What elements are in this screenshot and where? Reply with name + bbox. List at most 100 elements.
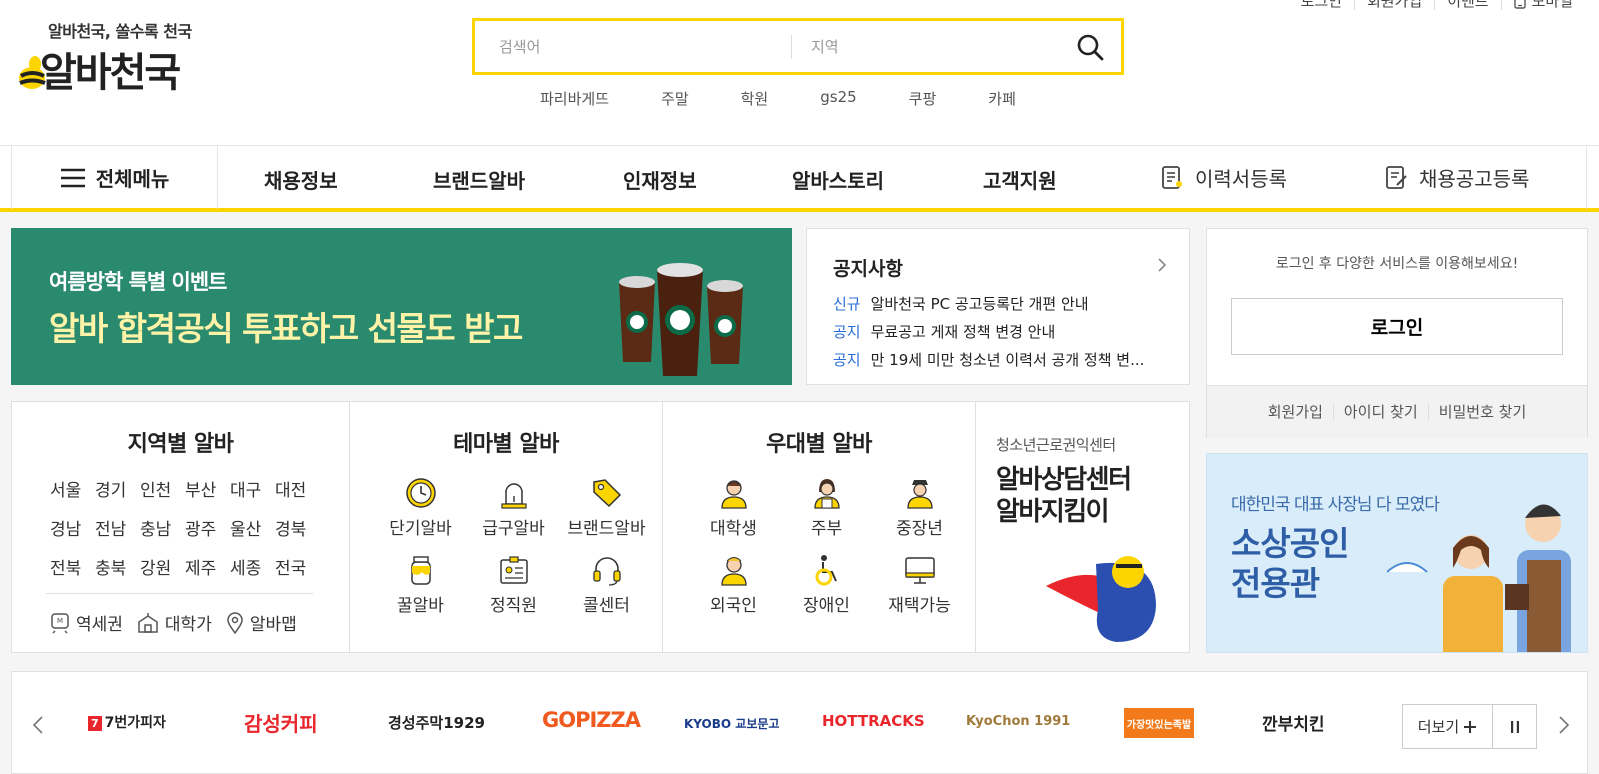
region-link[interactable]: 전남 (95, 515, 140, 540)
brand-logo[interactable]: KyoChon 1991 (966, 714, 1070, 729)
brand-logo[interactable]: KYOBO 교보문고 (684, 715, 779, 732)
notice-item[interactable]: 신규 알바천국 PC 공고등록단 개편 안내 (833, 290, 1144, 318)
chevron-right-icon[interactable] (1157, 257, 1167, 273)
popular-keyword[interactable]: 카페 (988, 88, 1016, 109)
notice-item[interactable]: 공지 무료공고 게재 정책 변경 안내 (833, 318, 1144, 346)
popular-keyword[interactable]: 파리바게뜨 (540, 88, 609, 109)
region-link[interactable]: 울산 (230, 515, 275, 540)
event-banner-title: 알바 합격공식 투표하고 선물도 받고 (49, 309, 523, 348)
region-link[interactable]: 강원 (140, 554, 185, 579)
alba-map-link[interactable]: 알바맵 (226, 610, 297, 635)
benefit-item-senior[interactable]: 중장년 (873, 476, 966, 539)
region-link[interactable]: 부산 (185, 476, 230, 501)
region-link[interactable]: 충북 (95, 554, 140, 579)
brand-logo[interactable]: 가장맛있는족발 (1124, 708, 1194, 738)
theme-item-urgent[interactable]: 급구알바 (467, 476, 560, 539)
signup-link[interactable]: 회원가입 (1258, 404, 1333, 420)
chevron-right-icon[interactable] (1558, 715, 1570, 735)
theme-item-short-term[interactable]: 단기알바 (374, 476, 467, 539)
resume-icon (1162, 165, 1182, 189)
region-link[interactable]: 경기 (95, 476, 140, 501)
benefit-item-disabled[interactable]: 장애인 (780, 553, 873, 616)
brand-logo[interactable]: GOPIZZA (542, 708, 641, 732)
region-link[interactable]: 대전 (275, 476, 320, 501)
student-icon (720, 480, 747, 509)
util-event-link[interactable]: 이벤트 (1434, 0, 1500, 10)
util-mobile-link[interactable]: 모바일 (1500, 0, 1585, 10)
notice-item[interactable]: 공지 만 19세 미만 청소년 이력서 공개 정책 변... (833, 346, 1144, 374)
brand-logo[interactable]: HOTTRACKS (822, 712, 925, 730)
login-links: 회원가입 아이디 찾기 비밀번호 찾기 (1207, 385, 1587, 438)
search-icon[interactable] (1075, 32, 1107, 64)
clock-icon (405, 478, 436, 508)
login-button[interactable]: 로그인 (1231, 298, 1563, 355)
alba-help-center[interactable]: 청소년근로권익센터 알바상담센터 알바지킴이 (976, 402, 1189, 652)
small-business-banner[interactable]: 대한민국 대표 사장님 다 모였다 소상공인 전용관 (1206, 453, 1588, 653)
location-search-input[interactable] (811, 33, 1041, 61)
benefit-item-foreigner[interactable]: 외국인 (687, 553, 780, 616)
brand-logo[interactable]: 경성주막1929 (388, 712, 485, 733)
nav-brand-alba[interactable]: 브랜드알바 (433, 165, 525, 194)
region-link[interactable]: 충남 (140, 515, 185, 540)
region-link[interactable]: 경북 (275, 515, 320, 540)
plus-icon (1464, 720, 1477, 733)
all-menu-button[interactable]: 전체메뉴 (12, 146, 218, 209)
region-link[interactable]: 광주 (185, 515, 230, 540)
util-signup-link[interactable]: 회원가입 (1353, 0, 1434, 10)
more-brands-button[interactable]: 더보기 (1402, 704, 1493, 749)
pause-button[interactable] (1492, 704, 1537, 749)
event-banner[interactable]: 여름방학 특별 이벤트 알바 합격공식 투표하고 선물도 받고 (11, 228, 792, 385)
theme-item-honey[interactable]: 꿀알바 (374, 553, 467, 616)
popular-keyword[interactable]: gs25 (820, 88, 856, 109)
benefit-item-remote[interactable]: 재택가능 (873, 553, 966, 616)
price-tag-icon (592, 479, 621, 508)
nav-customer-support[interactable]: 고객지원 (983, 165, 1057, 194)
region-link[interactable]: 세종 (230, 554, 275, 579)
keyword-search-input[interactable] (499, 33, 779, 61)
wheelchair-icon (815, 555, 837, 586)
benefit-title: 우대별 알바 (766, 432, 872, 457)
chevron-left-icon[interactable] (32, 715, 44, 735)
notice-list: 신규 알바천국 PC 공고등록단 개편 안내 공지 무료공고 게재 정책 변경 안내… (833, 290, 1144, 374)
more-brands-label: 더보기 (1417, 718, 1460, 736)
resume-register-button[interactable]: 이력서등록 (1161, 163, 1287, 192)
util-login-link[interactable]: 로그인 (1289, 0, 1354, 10)
notice-text: 무료공고 게재 정책 변경 안내 (870, 323, 1056, 341)
brand-logo[interactable]: 7 7번가피자 (88, 712, 166, 732)
logo[interactable]: 알바천국, 쏠수록 천국 알바천국 (18, 18, 228, 98)
theme-item-brand[interactable]: 브랜드알바 (560, 476, 653, 539)
popular-keyword[interactable]: 학원 (741, 88, 769, 109)
help-center-org: 청소년근로권익센터 (996, 436, 1116, 454)
brand-logo[interactable]: 깐부치킨 (1262, 710, 1325, 735)
main-nav: 전체메뉴 채용정보 브랜드알바 인재정보 알바스토리 고객지원 이력서등록 채용… (0, 145, 1599, 212)
region-link[interactable]: 전국 (275, 554, 320, 579)
popular-keyword[interactable]: 쿠팡 (909, 88, 937, 109)
nav-talent-info[interactable]: 인재정보 (623, 165, 697, 194)
small-business-title-line2: 전용관 (1231, 564, 1320, 603)
popular-keywords: 파리바게뜨 주말 학원 gs25 쿠팡 카페 (540, 88, 1068, 109)
university-area-link[interactable]: 대학가 (137, 610, 212, 635)
popular-keyword[interactable]: 주말 (661, 88, 689, 109)
region-link[interactable]: 인천 (140, 476, 185, 501)
brand-logo[interactable]: 감성커피 (244, 708, 318, 737)
station-area-label: 역세권 (76, 615, 123, 635)
find-id-link[interactable]: 아이디 찾기 (1332, 404, 1428, 420)
region-link[interactable]: 경남 (50, 515, 95, 540)
region-link[interactable]: 서울 (50, 476, 95, 501)
job-post-register-button[interactable]: 채용공고등록 (1385, 163, 1529, 192)
benefit-item-homemaker[interactable]: 주부 (780, 476, 873, 539)
senior-icon (906, 480, 933, 509)
nav-job-info[interactable]: 채용정보 (264, 165, 338, 194)
logo-text: 알바천국 (40, 50, 181, 96)
find-password-link[interactable]: 비밀번호 찾기 (1427, 404, 1537, 420)
benefit-item-student[interactable]: 대학생 (687, 476, 780, 539)
theme-item-fulltime[interactable]: 정직원 (467, 553, 560, 616)
region-link[interactable]: 제주 (185, 554, 230, 579)
benefit-label: 장애인 (803, 596, 850, 616)
nav-alba-story[interactable]: 알바스토리 (792, 165, 884, 194)
region-link[interactable]: 대구 (230, 476, 275, 501)
region-link[interactable]: 전북 (50, 554, 95, 579)
theme-label: 단기알바 (389, 519, 452, 539)
theme-item-callcenter[interactable]: 콜센터 (560, 553, 653, 616)
station-area-link[interactable]: M 역세권 (50, 610, 123, 635)
